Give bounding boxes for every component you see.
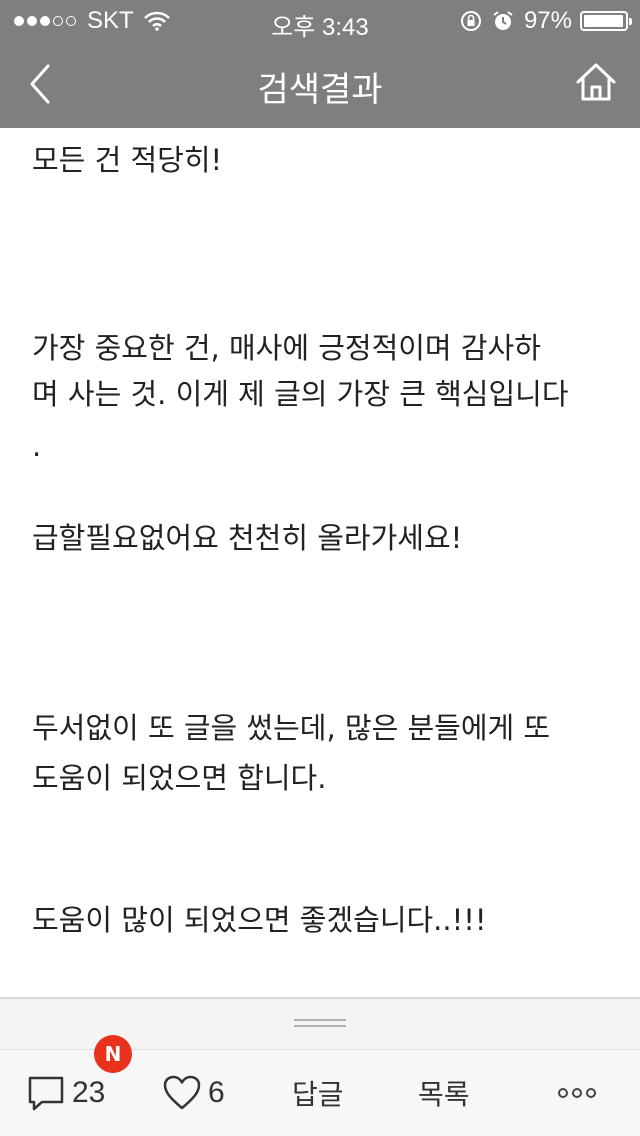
comments-count: 23 bbox=[72, 1076, 106, 1109]
alarm-icon bbox=[493, 11, 513, 30]
status-right: 97% bbox=[460, 7, 632, 35]
heart-icon bbox=[163, 1075, 201, 1110]
like-button[interactable]: 6 bbox=[162, 1050, 225, 1136]
likes-count: 6 bbox=[208, 1076, 225, 1109]
drawer-handle[interactable] bbox=[0, 999, 640, 1049]
article-line: 두서없이 또 글을 썼는데, 많은 분들에게 또 bbox=[32, 711, 551, 745]
comment-bubble-icon bbox=[28, 1076, 64, 1111]
article-line: . bbox=[32, 429, 42, 463]
article-line: 며 사는 것. 이게 제 글의 가장 큰 핵심입니다 bbox=[32, 377, 569, 411]
article-line: 모든 건 적당히! bbox=[32, 143, 223, 177]
bottom-toolbar: 23 N 6 답글 목록 bbox=[0, 1035, 640, 1136]
grip-icon bbox=[294, 1019, 346, 1027]
list-button[interactable]: 목록 bbox=[418, 1050, 470, 1136]
battery-percentage: 97% bbox=[523, 7, 572, 34]
rotation-lock-icon bbox=[460, 11, 481, 31]
comments-button[interactable]: 23 bbox=[26, 1050, 105, 1136]
navigation-bar: 검색결과 bbox=[0, 40, 640, 128]
reply-button[interactable]: 답글 bbox=[292, 1050, 344, 1136]
new-badge: N bbox=[94, 1035, 132, 1073]
battery-icon bbox=[580, 11, 632, 31]
article-line: 급할필요없어요 천천히 올라가세요! bbox=[32, 521, 463, 555]
app-header: SKT 오후 3:43 97% 검색결과 bbox=[0, 0, 640, 128]
page-title: 검색결과 bbox=[257, 70, 383, 110]
battery-fill bbox=[584, 15, 623, 27]
more-options-icon[interactable] bbox=[556, 1050, 598, 1136]
home-icon[interactable] bbox=[574, 60, 618, 104]
article-line: 도움이 많이 되었으면 좋겠습니다..!!! bbox=[32, 903, 487, 937]
article-line: 가장 중요한 건, 매사에 긍정적이며 감사하 bbox=[32, 331, 541, 365]
status-bar: SKT 오후 3:43 97% bbox=[0, 0, 640, 41]
article-line: 도움이 되었으면 합니다. bbox=[32, 761, 327, 795]
